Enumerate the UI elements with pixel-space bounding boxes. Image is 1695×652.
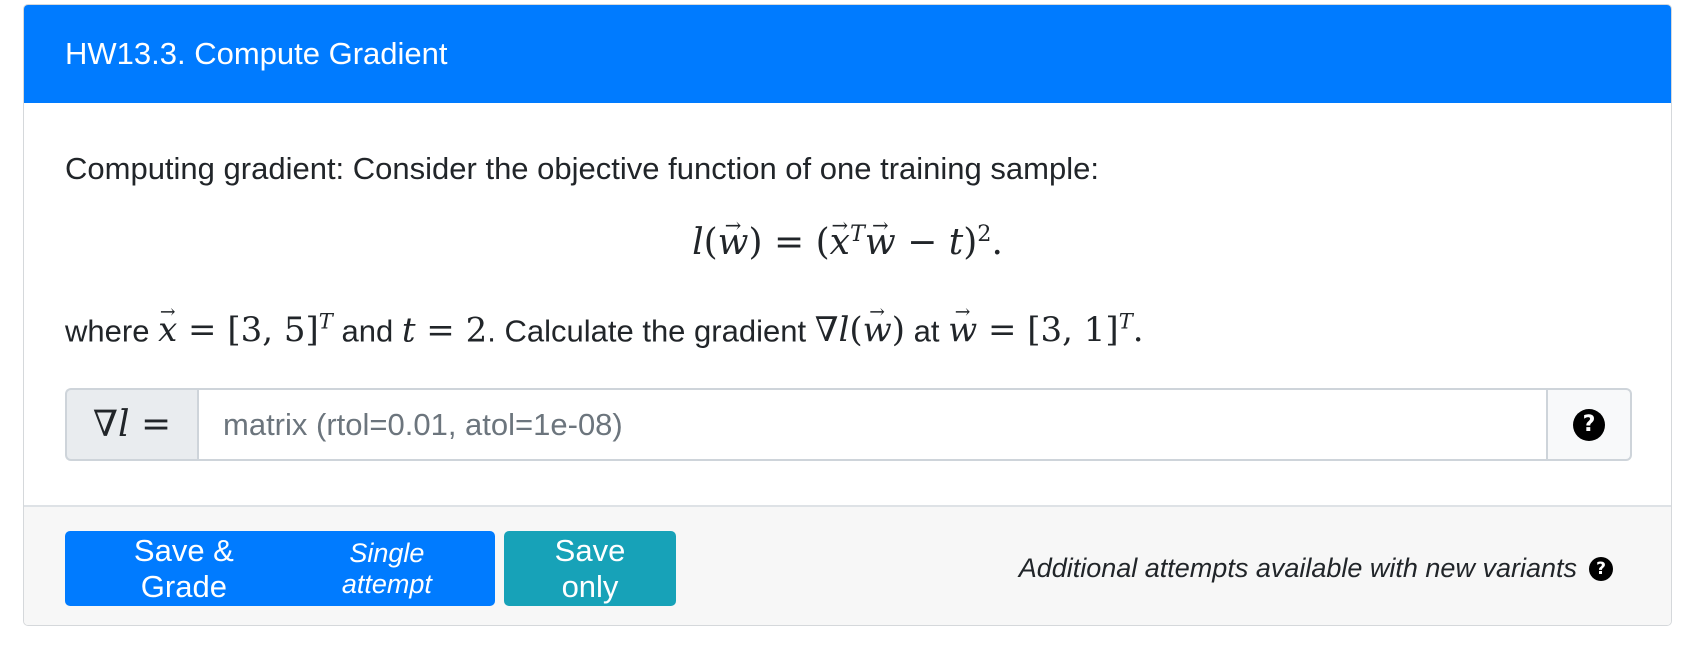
gradient-answer-input[interactable] bbox=[197, 388, 1548, 461]
eq-period: . bbox=[991, 222, 1003, 263]
attempts-info: Additional attempts available with new v… bbox=[1019, 553, 1613, 584]
eq-equals: = bbox=[773, 222, 805, 263]
answer-label: ∇ l = bbox=[65, 388, 197, 461]
t-symbol: t bbox=[401, 310, 416, 351]
card-footer: Save & Grade Single attempt Save only Ad… bbox=[24, 505, 1671, 625]
card-header: HW13.3. Compute Gradient bbox=[24, 5, 1671, 103]
save-and-grade-label: Save & Grade bbox=[133, 532, 234, 604]
eq-minus: − bbox=[907, 222, 938, 263]
question-intro: Computing gradient: Consider the objecti… bbox=[65, 151, 1099, 186]
where-text: where bbox=[65, 313, 150, 349]
eq-open-paren: ( bbox=[815, 222, 830, 263]
x-transpose: T bbox=[318, 309, 333, 334]
w-vector-2: w bbox=[948, 310, 977, 350]
answer-equals: = bbox=[140, 404, 172, 445]
w-transpose: T bbox=[1118, 309, 1133, 334]
w-vector: w bbox=[863, 310, 892, 350]
answer-l: l bbox=[118, 404, 130, 445]
eq-transpose: T bbox=[849, 221, 865, 247]
single-attempt-note: Single attempt bbox=[341, 537, 432, 599]
l-symbol: l bbox=[838, 310, 850, 351]
eq-x-vector: x bbox=[830, 222, 850, 263]
save-only-button[interactable]: Save only bbox=[504, 531, 676, 606]
question-card: HW13.3. Compute Gradient Computing gradi… bbox=[23, 4, 1672, 626]
save-and-grade-button[interactable]: Save & Grade Single attempt bbox=[65, 531, 495, 606]
answer-input-group: ∇l = ? bbox=[65, 388, 1632, 461]
calculate-text: . Calculate the gradient bbox=[487, 313, 807, 349]
x-vector: x bbox=[158, 310, 177, 350]
nabla-symbol: ∇ bbox=[814, 310, 839, 351]
eq-t: t bbox=[948, 222, 964, 263]
objective-equation: l(w) = (xTw − t)2. bbox=[24, 221, 1671, 263]
question-sentence: where x = [3, 5]T and t = 2. Calculate t… bbox=[65, 309, 1144, 350]
eq-w-vector: w bbox=[718, 222, 749, 263]
and-text: and bbox=[341, 313, 394, 349]
w-value: [3, 1] bbox=[1027, 310, 1119, 351]
at-text: at bbox=[913, 313, 940, 349]
t-value: 2 bbox=[465, 310, 488, 351]
answer-help-button[interactable]: ? bbox=[1548, 388, 1632, 461]
question-mark-icon[interactable]: ? bbox=[1589, 556, 1613, 581]
eq-w2-vector: w bbox=[865, 222, 896, 263]
x-value: [3, 5] bbox=[227, 310, 319, 351]
answer-nabla: ∇ bbox=[92, 404, 118, 445]
eq-fn: l bbox=[692, 222, 704, 263]
eq-square: 2 bbox=[977, 221, 992, 247]
card-body: Computing gradient: Consider the objecti… bbox=[24, 103, 1671, 505]
attempts-text: Additional attempts available with new v… bbox=[1018, 553, 1577, 583]
question-title: HW13.3. Compute Gradient bbox=[65, 36, 448, 71]
question-mark-icon[interactable]: ? bbox=[1573, 408, 1605, 441]
eq-close-paren: ) bbox=[963, 222, 978, 263]
